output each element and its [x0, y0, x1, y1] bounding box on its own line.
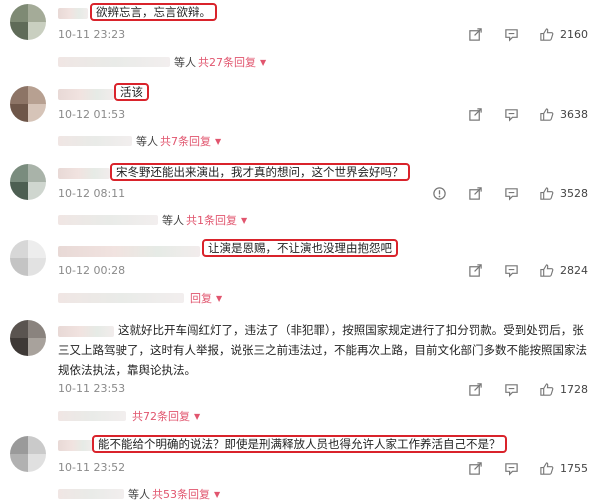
- reply-summary[interactable]: 回复 ▼: [58, 290, 222, 306]
- like-count: 3528: [560, 186, 588, 200]
- thumbs-up-icon: [540, 107, 554, 121]
- share-icon[interactable]: [467, 262, 483, 278]
- thumbs-up-icon: [540, 186, 554, 200]
- avatar[interactable]: [10, 320, 46, 356]
- like-button[interactable]: 3528: [539, 186, 588, 201]
- like-button[interactable]: 3638: [539, 107, 588, 122]
- like-count: 1728: [560, 382, 588, 396]
- timestamp: 10-12 00:28: [58, 264, 126, 277]
- comment-actions: 1755: [447, 460, 588, 476]
- avatar[interactable]: [10, 86, 46, 122]
- comment-actions: 2160: [447, 26, 588, 42]
- chevron-down-icon: ▼: [214, 489, 221, 499]
- view-replies-link[interactable]: 共7条回复: [160, 133, 211, 149]
- like-button[interactable]: 1755: [539, 461, 588, 476]
- comment-icon[interactable]: [503, 185, 519, 201]
- chevron-down-icon: ▼: [215, 136, 222, 146]
- chevron-down-icon: ▼: [260, 57, 267, 67]
- like-button[interactable]: 2824: [539, 263, 588, 278]
- comment-icon[interactable]: [503, 381, 519, 397]
- timestamp: 10-11 23:23: [58, 28, 126, 41]
- timestamp: 10-12 01:53: [58, 108, 126, 121]
- avatar[interactable]: [10, 4, 46, 40]
- like-count: 3638: [560, 107, 588, 121]
- share-icon[interactable]: [467, 106, 483, 122]
- timestamp: 10-11 23:53: [58, 382, 126, 395]
- view-replies-link[interactable]: 共72条回复: [132, 408, 190, 424]
- comment-icon[interactable]: [503, 460, 519, 476]
- reply-summary[interactable]: 等人 共7条回复 ▼: [58, 133, 221, 149]
- comment-text: 能不能给个明确的说法？即使是刑满释放人员也得允许人家工作养活自己不是？: [92, 434, 507, 454]
- chevron-down-icon: ▼: [216, 293, 223, 303]
- like-count: 2824: [560, 263, 588, 277]
- reply-summary[interactable]: 共72条回复 ▼: [58, 408, 200, 424]
- share-icon[interactable]: [467, 185, 483, 201]
- comment-text: 欲辨忘言，忘言欲辩。: [90, 2, 217, 22]
- view-replies-link[interactable]: 回复: [190, 290, 212, 306]
- comment-actions: 1728: [447, 381, 588, 397]
- username[interactable]: [58, 168, 110, 179]
- timestamp: 10-12 08:11: [58, 187, 126, 200]
- username[interactable]: [58, 440, 94, 451]
- comment-actions: 3638: [447, 106, 588, 122]
- like-count: 1755: [560, 461, 588, 475]
- thumbs-up-icon: [540, 27, 554, 41]
- share-icon[interactable]: [467, 381, 483, 397]
- comment-text: 这就好比开车闯红灯了，违法了（非犯罪），按照国家规定进行了扣分罚款。受到处罚后，…: [58, 323, 587, 377]
- avatar[interactable]: [10, 164, 46, 200]
- reply-summary[interactable]: 等人 共53条回复 ▼: [58, 486, 220, 502]
- share-icon[interactable]: [467, 460, 483, 476]
- comment-icon[interactable]: [503, 262, 519, 278]
- thumbs-up-icon: [540, 382, 554, 396]
- reply-summary[interactable]: 等人 共1条回复 ▼: [58, 212, 247, 228]
- thumbs-up-icon: [540, 263, 554, 277]
- view-replies-link[interactable]: 共27条回复: [198, 54, 256, 70]
- timestamp: 10-11 23:52: [58, 461, 126, 474]
- view-replies-link[interactable]: 共53条回复: [152, 486, 210, 502]
- reply-summary[interactable]: 等人 共27条回复 ▼: [58, 54, 266, 70]
- share-icon[interactable]: [467, 26, 483, 42]
- like-button[interactable]: 1728: [539, 382, 588, 397]
- username[interactable]: [58, 89, 114, 100]
- chevron-down-icon: ▼: [241, 215, 248, 225]
- report-icon[interactable]: [431, 185, 447, 201]
- username[interactable]: [58, 8, 88, 19]
- comment-text: 让演是恩赐，不让演也没理由抱怨吧: [202, 238, 398, 258]
- like-count: 2160: [560, 27, 588, 41]
- view-replies-link[interactable]: 共1条回复: [186, 212, 237, 228]
- avatar[interactable]: [10, 436, 46, 472]
- chevron-down-icon: ▼: [194, 411, 201, 421]
- comment-actions: 3528: [411, 185, 588, 201]
- avatar[interactable]: [10, 240, 46, 276]
- comment-text: 活该: [114, 82, 149, 102]
- like-button[interactable]: 2160: [539, 27, 588, 42]
- comment-text: 宋冬野还能出来演出，我才真的想问，这个世界会好吗？: [110, 162, 410, 182]
- comment-icon[interactable]: [503, 26, 519, 42]
- comment-icon[interactable]: [503, 106, 519, 122]
- comment-actions: 2824: [447, 262, 588, 278]
- thumbs-up-icon: [540, 461, 554, 475]
- username[interactable]: [58, 246, 200, 257]
